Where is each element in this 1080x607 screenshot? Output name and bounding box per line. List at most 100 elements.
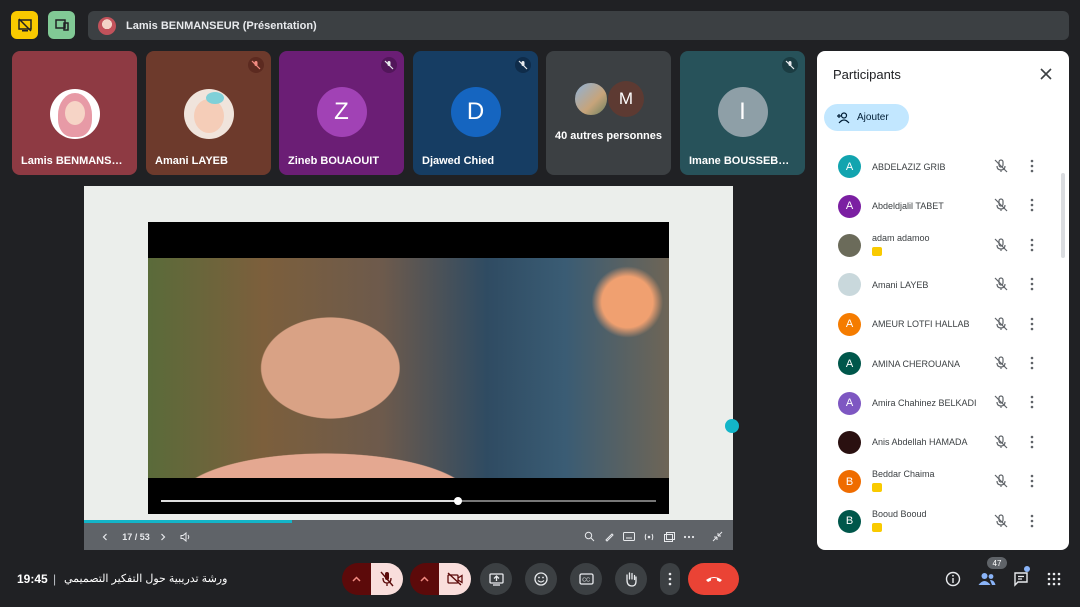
mic-off-icon	[380, 571, 394, 587]
more-vertical-icon[interactable]	[1030, 159, 1034, 178]
info-icon	[945, 571, 961, 587]
slide-video[interactable]	[148, 222, 669, 514]
participant-row[interactable]: A AMEUR LOTFI HALLAB	[817, 305, 1061, 344]
participant-row[interactable]: B Booud Booud	[817, 502, 1061, 541]
chevron-up-icon	[352, 576, 361, 582]
more-vertical-icon[interactable]	[1030, 474, 1034, 493]
page-indicator: 17 / 53	[122, 531, 150, 542]
exit-fullscreen-button[interactable]	[707, 527, 727, 547]
panel-title: Participants	[833, 67, 901, 82]
chevron-up-icon	[420, 576, 429, 582]
activities-button[interactable]	[1043, 568, 1065, 590]
more-vertical-icon[interactable]	[1030, 238, 1034, 257]
open-in-new-icon	[663, 531, 675, 542]
participant-row[interactable]: B Beddar Chaima	[817, 462, 1061, 501]
captions-button[interactable]	[619, 527, 639, 547]
volume-icon	[180, 531, 189, 542]
participant-tile[interactable]: Amani LAYEB	[146, 51, 271, 175]
avatar	[50, 89, 100, 139]
video-scrubber-knob[interactable]	[454, 497, 462, 505]
next-slide-button[interactable]	[153, 527, 173, 547]
broadcast-button[interactable]	[639, 527, 659, 547]
muted-mic-icon[interactable]	[993, 434, 1009, 455]
participant-name: AMEUR LOTFI HALLAB	[872, 319, 970, 330]
muted-mic-icon[interactable]	[993, 355, 1009, 376]
captions-button[interactable]: CC	[570, 563, 602, 595]
presenter-label: Lamis BENMANSEUR (Présentation)	[126, 19, 317, 32]
mic-toggle-button[interactable]	[371, 563, 403, 595]
open-window-button[interactable]	[659, 527, 679, 547]
participant-row[interactable]: A ABDELAZIZ GRIB	[817, 147, 1061, 186]
more-vertical-icon	[668, 572, 672, 586]
participant-row[interactable]: adam adamoo	[817, 226, 1061, 265]
leave-call-button[interactable]	[688, 563, 739, 595]
expand-handle-icon[interactable]	[725, 419, 739, 433]
avatar: A	[838, 155, 861, 179]
presentation-stage[interactable]: 17 / 53	[84, 186, 733, 550]
panel-scrollbar[interactable]	[1061, 173, 1065, 258]
muted-mic-icon	[515, 57, 531, 73]
close-panel-button[interactable]	[1035, 63, 1057, 85]
muted-mic-icon[interactable]	[993, 394, 1009, 415]
participants-panel: Participants Ajouter A ABDELAZIZ GRIB A Abd…	[817, 51, 1069, 550]
hand-icon	[626, 572, 637, 587]
more-options-button[interactable]	[660, 563, 680, 595]
present-button[interactable]	[480, 563, 512, 595]
participant-row[interactable]: A Amira Chahinez BELKADI	[817, 383, 1061, 422]
participant-tile[interactable]: I Imane BOUSSEB…	[680, 51, 805, 175]
more-vertical-icon[interactable]	[1030, 395, 1034, 414]
participant-name: Amira Chahinez BELKADI	[872, 398, 977, 409]
camera-off-icon	[447, 572, 463, 586]
participant-tile[interactable]: D Djawed Chied	[413, 51, 538, 175]
zoom-button[interactable]	[579, 527, 599, 547]
camera-options-button[interactable]	[410, 563, 439, 595]
muted-mic-icon[interactable]	[993, 197, 1009, 218]
avatar: A	[838, 194, 861, 218]
muted-mic-icon[interactable]	[993, 513, 1009, 534]
svg-text:CC: CC	[582, 578, 590, 584]
more-vertical-icon[interactable]	[1030, 435, 1034, 454]
more-vertical-icon[interactable]	[1030, 198, 1034, 217]
add-people-button[interactable]: Ajouter	[824, 104, 909, 131]
more-vertical-icon[interactable]	[1030, 514, 1034, 533]
prev-slide-button[interactable]	[95, 527, 115, 547]
muted-mic-icon[interactable]	[993, 158, 1009, 179]
video-scrubber[interactable]	[161, 497, 656, 505]
more-vertical-icon[interactable]	[1030, 356, 1034, 375]
muted-mic-icon	[782, 57, 798, 73]
participant-tile[interactable]: Z Zineb BOUAOUIT	[279, 51, 404, 175]
stop-presenting-button[interactable]	[11, 11, 38, 39]
camera-toggle-button[interactable]	[439, 563, 471, 595]
volume-button[interactable]	[175, 527, 195, 547]
companion-mode-button[interactable]	[48, 11, 75, 39]
more-vertical-icon[interactable]	[1030, 317, 1034, 336]
muted-mic-icon	[248, 57, 264, 73]
meeting-details-button[interactable]	[942, 568, 964, 590]
presenter-bar[interactable]: Lamis BENMANSEUR (Présentation)	[88, 11, 1069, 40]
muted-mic-icon[interactable]	[993, 473, 1009, 494]
participant-tile[interactable]: Lamis BENMANS…	[12, 51, 137, 175]
muted-mic-icon[interactable]	[993, 276, 1009, 297]
others-tile[interactable]: M 40 autres personnes	[546, 51, 671, 175]
emoji-icon	[534, 572, 548, 586]
more-options-button[interactable]	[679, 527, 699, 547]
mic-options-button[interactable]	[342, 563, 371, 595]
chat-icon	[1014, 572, 1028, 587]
avatar: B	[838, 470, 861, 494]
participant-row[interactable]: A Abdeldjalil TABET	[817, 186, 1061, 225]
present-screen-icon	[488, 572, 504, 586]
avatar	[573, 81, 609, 117]
add-people-label: Ajouter	[857, 112, 889, 123]
raise-hand-button[interactable]	[615, 563, 647, 595]
muted-mic-icon[interactable]	[993, 237, 1009, 258]
participant-name: Beddar Chaima	[872, 469, 935, 480]
participant-row[interactable]: Amani LAYEB	[817, 265, 1061, 304]
participant-row[interactable]: Anis Abdellah HAMADA	[817, 423, 1061, 462]
more-vertical-icon[interactable]	[1030, 277, 1034, 296]
participant-name: AMINA CHEROUANA	[872, 358, 961, 369]
participant-row[interactable]: A AMINA CHEROUANA	[817, 344, 1061, 383]
muted-mic-icon[interactable]	[993, 316, 1009, 337]
reactions-button[interactable]	[525, 563, 557, 595]
people-button[interactable]	[976, 568, 998, 590]
pen-button[interactable]	[599, 527, 619, 547]
